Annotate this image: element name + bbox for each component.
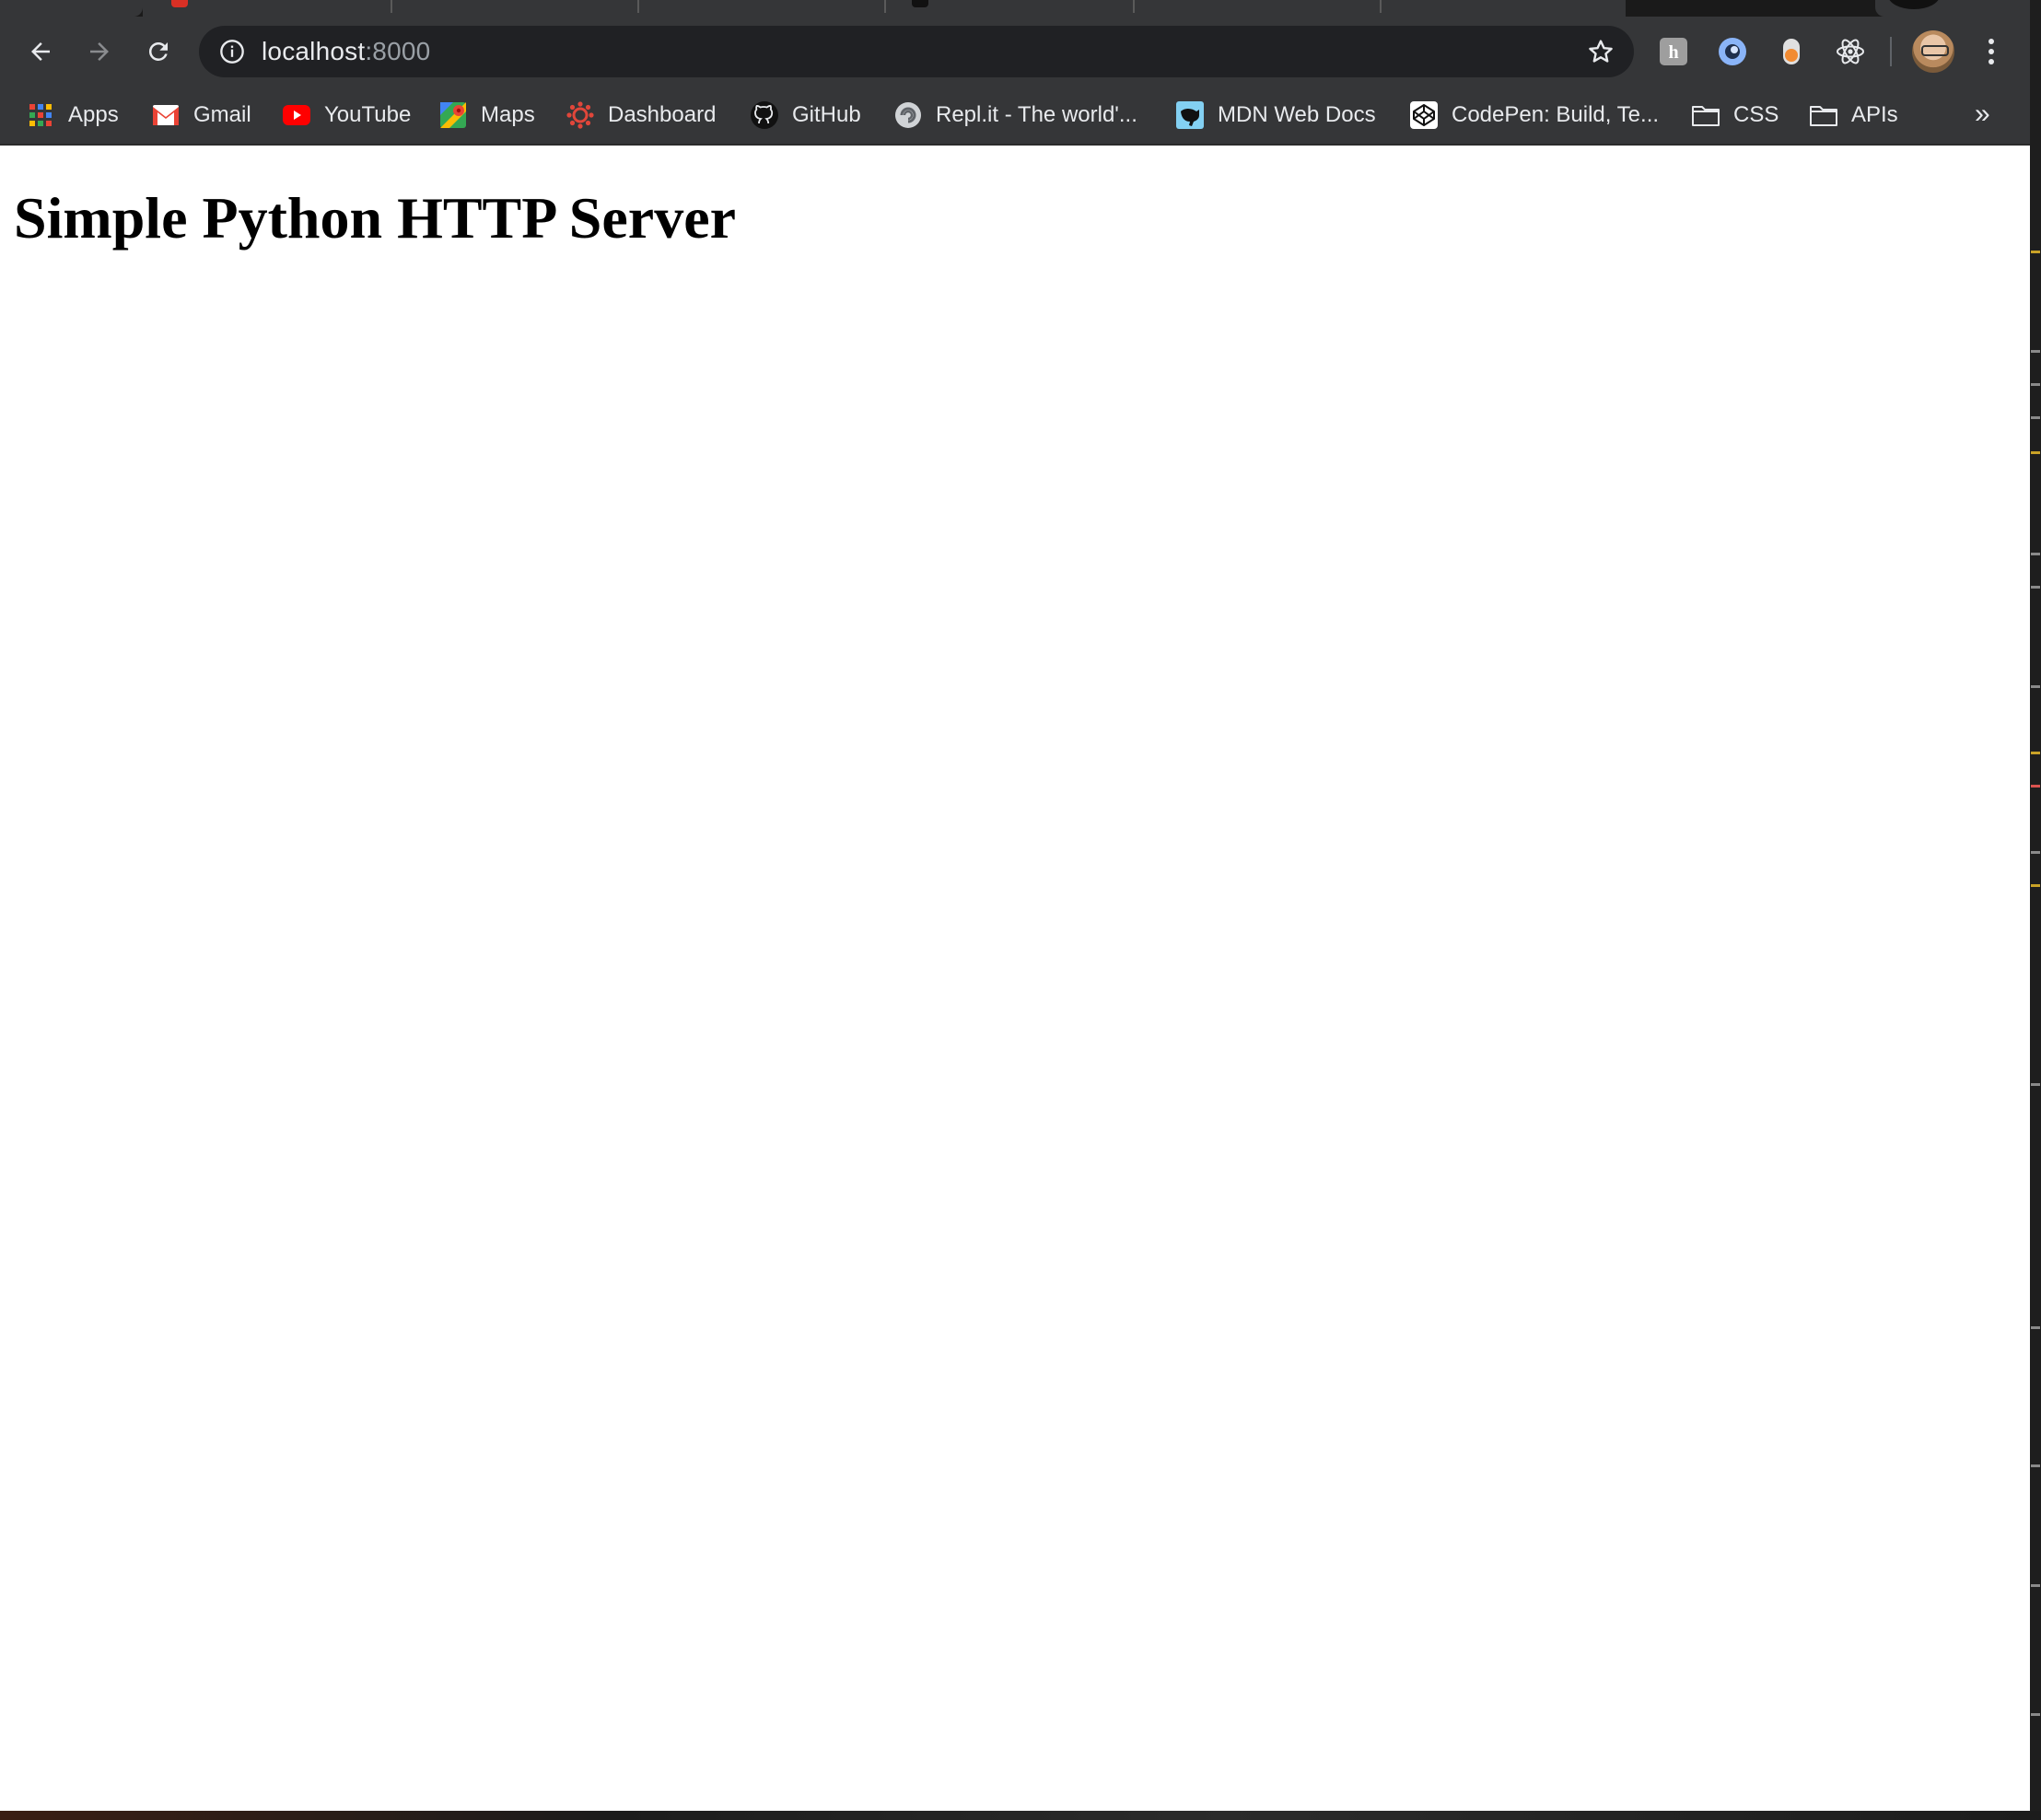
url-port: :8000: [365, 37, 431, 65]
bookmark-folder-apis[interactable]: APIs: [1809, 87, 1898, 144]
editor-text-fragment: [2031, 251, 2040, 253]
tab-separator: [391, 0, 392, 13]
editor-text-fragment: [2031, 785, 2040, 788]
youtube-icon: [282, 100, 311, 130]
browser-toolbar: localhost:8000 h: [0, 17, 2034, 87]
editor-text-fragment: [2031, 1584, 2040, 1587]
bookmarks-bar: Apps Gmail YouTube Maps Dashboard GitHub…: [0, 87, 2034, 146]
bookmark-label: Maps: [481, 102, 535, 127]
bookmarks-overflow-button[interactable]: »: [1975, 98, 1990, 131]
toggle-extension-icon[interactable]: [1774, 34, 1809, 69]
page-heading: Simple Python HTTP Server: [14, 185, 736, 251]
editor-text-fragment: [2031, 851, 2040, 854]
bookmark-codepen[interactable]: CodePen: Build, Te...: [1409, 87, 1659, 144]
reload-button[interactable]: [136, 29, 181, 74]
menu-dot: [1989, 49, 1994, 54]
tab-separator: [1133, 0, 1135, 13]
background-editor-edge: [2030, 0, 2041, 1820]
forward-button[interactable]: [77, 29, 122, 74]
mdn-icon: [1175, 100, 1205, 130]
tab-strip: [0, 0, 2034, 17]
tab-active[interactable]: [0, 0, 143, 17]
editor-text-fragment: [2031, 685, 2040, 688]
codepen-icon: [1409, 100, 1439, 130]
editor-text-fragment: [2031, 1326, 2040, 1329]
react-devtools-icon[interactable]: [1833, 34, 1868, 69]
bookmark-label: Apps: [68, 102, 119, 127]
github-icon: [750, 100, 779, 130]
background-desktop-edge: [0, 1811, 2041, 1820]
editor-text-fragment: [2031, 451, 2040, 454]
bookmark-label: APIs: [1851, 102, 1898, 127]
bookmark-dashboard[interactable]: Dashboard: [566, 87, 716, 144]
profile-avatar[interactable]: [1912, 30, 1954, 73]
tab-separator: [884, 0, 886, 13]
arrow-right-icon: [90, 42, 109, 61]
tab-favicon: [912, 0, 928, 7]
bookmark-label: CodePen: Build, Te...: [1452, 102, 1660, 127]
replit-icon: [893, 100, 923, 130]
bookmark-folder-css[interactable]: CSS: [1691, 87, 1779, 144]
bookmark-label: MDN Web Docs: [1218, 102, 1376, 127]
bookmark-label: Repl.it - The world'...: [936, 102, 1137, 127]
bookmark-apps[interactable]: Apps: [26, 87, 119, 144]
tab-separator: [637, 0, 639, 13]
tab-favicon: [171, 0, 188, 7]
browser-menu-button[interactable]: [1978, 35, 2004, 68]
toolbar-divider: [1890, 37, 1892, 66]
dashboard-icon: [566, 100, 595, 130]
apps-grid-icon: [26, 100, 55, 130]
editor-text-fragment: [2031, 1464, 2040, 1467]
back-button[interactable]: [18, 29, 63, 74]
bookmark-github[interactable]: GitHub: [750, 87, 861, 144]
ring-extension-icon[interactable]: [1715, 34, 1750, 69]
editor-text-fragment: [2031, 586, 2040, 589]
editor-text-fragment: [2031, 553, 2040, 555]
bookmark-label: Dashboard: [608, 102, 717, 127]
editor-text-fragment: [2031, 383, 2040, 386]
url-text[interactable]: localhost:8000: [262, 26, 430, 77]
editor-text-fragment: [2031, 350, 2040, 353]
bookmark-label: YouTube: [324, 102, 412, 127]
editor-text-fragment: [2031, 416, 2040, 419]
editor-text-fragment: [2031, 1713, 2040, 1716]
gmail-icon: [151, 100, 181, 130]
editor-text-fragment: [2031, 1083, 2040, 1086]
bookmark-replit[interactable]: Repl.it - The world'...: [893, 87, 1137, 144]
svg-text:h: h: [1668, 42, 1678, 63]
bookmark-label: CSS: [1733, 102, 1779, 127]
bookmark-label: GitHub: [792, 102, 861, 127]
maps-icon: [438, 100, 468, 130]
editor-text-fragment: [2031, 752, 2040, 754]
menu-dot: [1989, 59, 1994, 64]
menu-dot: [1989, 39, 1994, 44]
reload-icon: [148, 41, 168, 61]
bookmark-gmail[interactable]: Gmail: [151, 87, 251, 144]
bookmark-mdn[interactable]: MDN Web Docs: [1175, 87, 1376, 144]
url-host: localhost: [262, 37, 366, 65]
arrow-left-icon: [31, 42, 50, 61]
info-icon[interactable]: [219, 39, 245, 64]
folder-icon: [1691, 100, 1720, 130]
folder-icon: [1809, 100, 1838, 130]
bookmark-youtube[interactable]: YouTube: [282, 87, 411, 144]
editor-text-fragment: [2031, 884, 2040, 887]
bookmark-maps[interactable]: Maps: [438, 87, 535, 144]
browser-window: localhost:8000 h Apps Gmail YouTube Maps…: [0, 0, 2034, 1811]
bookmark-star-icon[interactable]: [1586, 37, 1615, 66]
tab-separator: [1380, 0, 1382, 13]
bookmark-label: Gmail: [193, 102, 251, 127]
page-viewport: Simple Python HTTP Server: [0, 146, 2030, 1811]
hackmd-extension-icon[interactable]: h: [1656, 34, 1691, 69]
address-bar[interactable]: localhost:8000: [199, 26, 1634, 77]
